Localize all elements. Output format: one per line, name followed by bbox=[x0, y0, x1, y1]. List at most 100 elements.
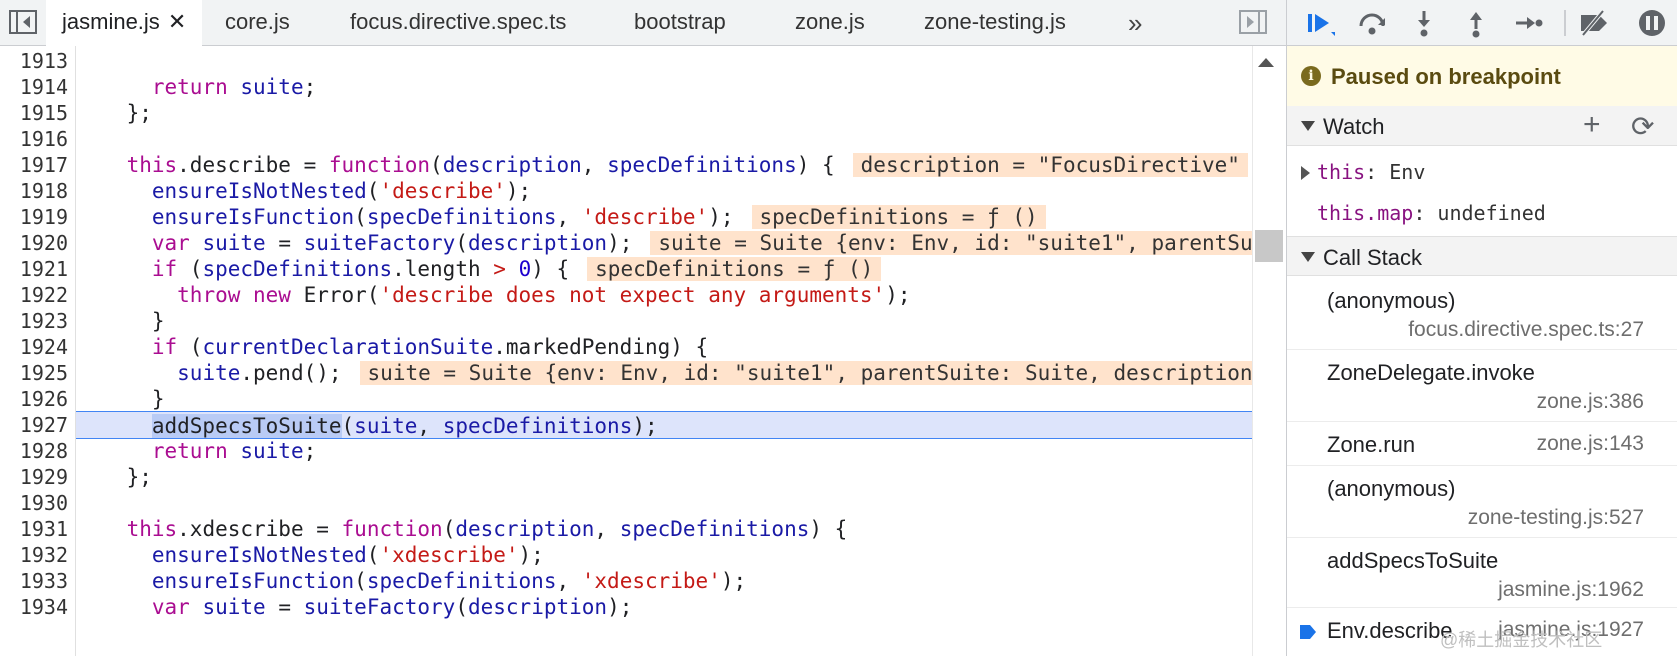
tab-label: jasmine.js bbox=[62, 9, 160, 34]
watch-title: Watch bbox=[1323, 114, 1385, 139]
code-line-1926: } bbox=[76, 385, 1252, 413]
refresh-watch-icon[interactable]: ⟳ bbox=[1631, 110, 1654, 143]
identifier: description bbox=[455, 517, 595, 541]
line-number[interactable]: 1918 bbox=[0, 177, 68, 205]
line-number[interactable]: 1915 bbox=[0, 99, 68, 127]
tab-bootstrap[interactable]: bootstrap bbox=[634, 0, 726, 46]
tab-label: zone.js bbox=[795, 9, 865, 34]
tab-jasmine-js[interactable]: jasmine.js ✕ bbox=[46, 0, 203, 46]
code-line-1921: if (specDefinitions.length > 0) {specDef… bbox=[76, 255, 1252, 283]
code-line-1931: this.xdescribe = function(description, s… bbox=[76, 515, 1252, 543]
toggle-debugger-icon[interactable] bbox=[1238, 9, 1268, 35]
watch-expression[interactable]: this: Env bbox=[1287, 153, 1677, 191]
more-tabs-icon[interactable]: » bbox=[1128, 8, 1142, 39]
string-literal: 'describe' bbox=[581, 205, 709, 229]
resume-icon[interactable] bbox=[1303, 8, 1337, 38]
code-text: ( bbox=[354, 205, 367, 229]
code-editor[interactable]: return suite; }; this.describe = functio… bbox=[76, 46, 1252, 656]
line-number[interactable]: 1932 bbox=[0, 541, 68, 569]
debugger-toolbar bbox=[1287, 0, 1677, 46]
call-stack-section-header[interactable]: Call Stack bbox=[1287, 236, 1677, 276]
deactivate-breakpoints-icon[interactable] bbox=[1577, 8, 1611, 38]
line-number[interactable]: 1929 bbox=[0, 463, 68, 491]
code-text: = bbox=[265, 231, 304, 255]
step-out-icon[interactable] bbox=[1459, 8, 1493, 38]
code-text: ); bbox=[708, 205, 734, 229]
frame-function: (anonymous) bbox=[1327, 288, 1456, 313]
line-number[interactable]: 1926 bbox=[0, 385, 68, 413]
editor-scrollbar[interactable] bbox=[1252, 46, 1287, 656]
line-number-gutter[interactable]: 1913 1914 1915 1916 1917 1918 1919 1920 … bbox=[0, 46, 76, 656]
watch-expression[interactable]: this.map: undefined bbox=[1287, 194, 1677, 232]
inline-value[interactable]: suite = Suite {env: Env, id: "suite1", p… bbox=[359, 361, 1252, 385]
code-text: ( bbox=[455, 231, 468, 255]
frame-location: zone.js:143 bbox=[1536, 432, 1644, 455]
code-line-1932: ensureIsNotNested('xdescribe'); bbox=[76, 541, 1252, 569]
keyword: function bbox=[341, 517, 443, 541]
line-number[interactable]: 1916 bbox=[0, 125, 68, 153]
inline-value[interactable]: specDefinitions = ƒ () bbox=[587, 257, 882, 281]
number-literal: 0 bbox=[505, 257, 532, 281]
identifier: specDefinitions bbox=[442, 414, 633, 438]
close-icon[interactable]: ✕ bbox=[168, 9, 186, 34]
watch-section-header[interactable]: Watch + ⟳ bbox=[1287, 106, 1677, 146]
inline-value[interactable]: suite = Suite {env: Env, id: "suite1", p… bbox=[650, 231, 1252, 255]
line-number[interactable]: 1934 bbox=[0, 593, 68, 621]
tab-zone-js[interactable]: zone.js bbox=[795, 0, 865, 46]
toggle-navigator-icon[interactable] bbox=[8, 9, 38, 35]
line-number[interactable]: 1919 bbox=[0, 203, 68, 231]
tab-focus-directive-spec[interactable]: focus.directive.spec.ts bbox=[350, 0, 566, 46]
scrollbar-thumb[interactable] bbox=[1255, 230, 1283, 262]
line-number[interactable]: 1925 bbox=[0, 359, 68, 387]
call-frame[interactable]: (anonymous) zone-testing.js:527 bbox=[1287, 466, 1677, 538]
line-number[interactable]: 1914 bbox=[0, 73, 68, 101]
paused-banner: i Paused on breakpoint bbox=[1287, 46, 1677, 107]
identifier: ensureIsNotNested bbox=[151, 179, 367, 203]
step-icon[interactable] bbox=[1511, 8, 1545, 38]
line-number[interactable]: 1923 bbox=[0, 307, 68, 335]
line-number[interactable]: 1920 bbox=[0, 229, 68, 257]
code-text: ( bbox=[455, 595, 468, 619]
call-frame[interactable]: ZoneDelegate.invoke zone.js:386 bbox=[1287, 350, 1677, 422]
code-text: ( bbox=[354, 569, 367, 593]
step-into-icon[interactable] bbox=[1407, 8, 1441, 38]
call-frame[interactable]: (anonymous) focus.directive.spec.ts:27 bbox=[1287, 276, 1677, 350]
line-number[interactable]: 1930 bbox=[0, 489, 68, 517]
pause-on-exceptions-icon[interactable] bbox=[1635, 8, 1669, 38]
tab-zone-testing-js[interactable]: zone-testing.js bbox=[924, 0, 1066, 46]
line-number[interactable]: 1922 bbox=[0, 281, 68, 309]
code-text: }; bbox=[126, 465, 152, 489]
step-over-icon[interactable] bbox=[1355, 8, 1389, 38]
line-number[interactable]: 1928 bbox=[0, 437, 68, 465]
code-text: ( bbox=[177, 335, 203, 359]
identifier: specDefinitions bbox=[202, 257, 393, 281]
tab-core-js[interactable]: core.js bbox=[225, 0, 290, 46]
line-number[interactable]: 1924 bbox=[0, 333, 68, 361]
line-number[interactable]: 1927 bbox=[0, 411, 68, 439]
code-text: ( bbox=[366, 179, 380, 203]
inline-value[interactable]: specDefinitions = ƒ () bbox=[751, 205, 1046, 229]
code-text: ; bbox=[303, 75, 317, 99]
line-number[interactable]: 1921 bbox=[0, 255, 68, 283]
line-number[interactable]: 1917 bbox=[0, 151, 68, 179]
string-literal: 'describe' bbox=[379, 179, 506, 203]
line-number[interactable]: 1931 bbox=[0, 515, 68, 543]
frame-function: (anonymous) bbox=[1327, 476, 1456, 501]
keyword: var bbox=[151, 231, 190, 255]
code-text: ; bbox=[303, 439, 317, 463]
call-frame[interactable]: addSpecsToSuite jasmine.js:1962 bbox=[1287, 538, 1677, 608]
line-number[interactable]: 1913 bbox=[0, 47, 68, 75]
frame-function: addSpecsToSuite bbox=[1327, 548, 1499, 573]
expand-arrow-icon[interactable] bbox=[1301, 166, 1310, 180]
call-frame[interactable]: Zone.run zone.js:143 bbox=[1287, 422, 1677, 466]
code-text: ( bbox=[430, 153, 443, 177]
inline-value[interactable]: description = "FocusDirective" bbox=[852, 153, 1248, 177]
code-text: ( bbox=[366, 543, 380, 567]
add-watch-icon[interactable]: + bbox=[1583, 108, 1601, 142]
code-text: } bbox=[151, 309, 165, 333]
watch-key: this bbox=[1317, 160, 1366, 184]
line-number[interactable]: 1933 bbox=[0, 567, 68, 595]
code-text: ( bbox=[341, 414, 355, 438]
identifier: suiteFactory bbox=[303, 231, 456, 255]
scroll-up-arrow-icon[interactable] bbox=[1258, 58, 1274, 67]
